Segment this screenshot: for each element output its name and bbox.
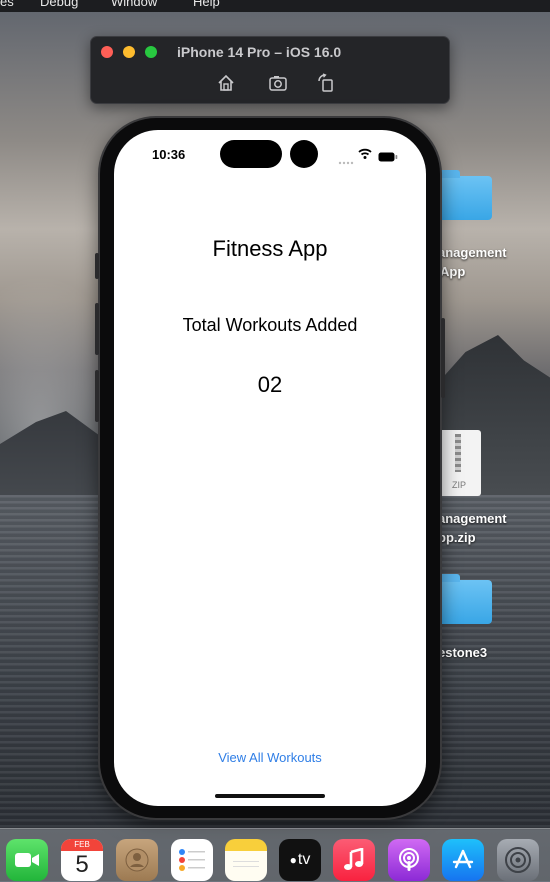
iphone-simulator-device: 10:36 Fitness App Total Workouts Added 0… (95, 118, 445, 818)
dynamic-island (220, 140, 282, 168)
simulator-title: iPhone 14 Pro – iOS 16.0 (177, 44, 342, 60)
menu-item-window[interactable]: Window (111, 0, 157, 9)
status-time: 10:36 (152, 147, 186, 162)
home-icon[interactable] (215, 72, 237, 94)
minimize-button[interactable] (123, 46, 135, 58)
dock: FEB 5 ● tv (0, 828, 550, 882)
app-title: Fitness App (212, 236, 328, 261)
zoom-button[interactable] (145, 46, 157, 58)
desktop-item-label[interactable]: pp.zip (438, 530, 476, 545)
folder-icon[interactable] (436, 574, 492, 624)
facetime-icon[interactable] (6, 839, 48, 881)
front-camera (290, 140, 318, 168)
contacts-icon[interactable] (116, 839, 158, 881)
desktop-item-label[interactable]: App (440, 264, 465, 279)
menu-item-debug[interactable]: Debug (40, 0, 78, 9)
zip-file-icon[interactable]: ZIP (437, 430, 481, 496)
workouts-count: 02 (257, 372, 283, 397)
notes-icon[interactable] (225, 839, 267, 881)
cellular-signal-icon (338, 152, 354, 170)
view-all-workouts-link[interactable]: View All Workouts (114, 750, 426, 765)
podcasts-icon[interactable] (388, 839, 430, 881)
mute-switch (95, 253, 99, 279)
power-button (441, 318, 445, 398)
rotate-icon[interactable] (315, 72, 337, 94)
wifi-icon (358, 147, 372, 165)
zip-badge: ZIP (451, 480, 466, 490)
battery-icon (378, 149, 398, 167)
app-store-icon[interactable] (442, 839, 484, 881)
volume-up-button (95, 303, 99, 355)
simulator-title-bar[interactable]: iPhone 14 Pro – iOS 16.0 (90, 36, 450, 104)
menu-item-partial[interactable]: es (0, 0, 14, 9)
volume-down-button (95, 370, 99, 422)
folder-icon[interactable] (436, 170, 492, 220)
screenshot-icon[interactable] (267, 72, 289, 94)
calendar-day: 5 (75, 851, 89, 878)
tv-label: tv (297, 851, 311, 868)
music-icon[interactable] (333, 839, 375, 881)
reminders-icon[interactable] (171, 839, 213, 881)
desktop-item-label[interactable]: estone3 (438, 645, 487, 660)
calendar-month: FEB (61, 839, 103, 851)
desktop-item-label[interactable]: anagement (438, 245, 507, 260)
close-button[interactable] (101, 46, 113, 58)
calendar-icon[interactable]: FEB 5 (61, 839, 103, 881)
menu-item-help[interactable]: Help (193, 0, 220, 9)
menu-bar: es Debug Window Help (0, 0, 550, 12)
phone-screen: 10:36 Fitness App Total Workouts Added 0… (114, 130, 426, 806)
apple-tv-icon[interactable]: ● tv (279, 839, 321, 881)
settings-icon[interactable] (497, 839, 539, 881)
workouts-subtitle: Total Workouts Added (182, 315, 358, 335)
home-indicator[interactable] (215, 794, 325, 798)
zipper-graphic (455, 434, 461, 472)
desktop-item-label[interactable]: anagement (438, 511, 507, 526)
